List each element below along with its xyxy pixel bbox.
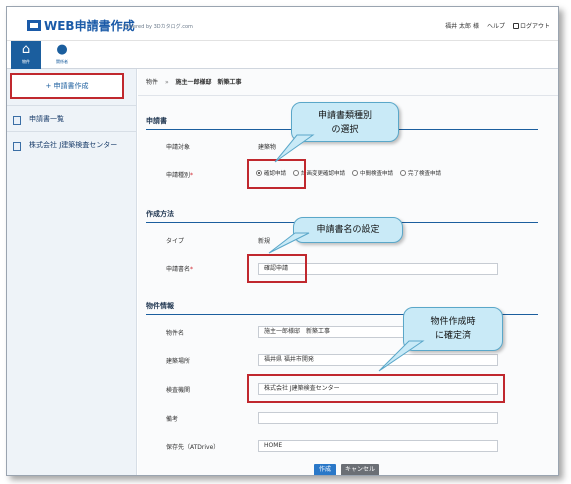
callout-tail-type	[274, 134, 315, 163]
create-button[interactable]: 作成	[314, 464, 336, 475]
agency-label: 検査機関	[166, 387, 191, 394]
callout-name-setting: 申請書名の設定	[293, 217, 403, 243]
sidebar-item-label: 申請書一覧	[29, 115, 64, 123]
save-location-label: 保存先（ATDrive）	[166, 444, 220, 451]
form-actions: 作成 キャンセル	[314, 464, 379, 475]
create-button-highlight: + 申請書作成	[10, 73, 124, 99]
breadcrumb-separator: »	[164, 79, 169, 86]
home-icon: ⌂	[21, 42, 31, 57]
agency-highlight-box	[247, 374, 505, 403]
radio-label: 中間検査申請	[360, 171, 394, 177]
cancel-button[interactable]: キャンセル	[341, 464, 379, 475]
person-icon: ●	[56, 42, 68, 57]
target-label: 申請対象	[166, 144, 191, 151]
type-label-text: 申請種別	[166, 172, 191, 179]
app-window: WEB申請書作成 Powered by 3Dカタログ.com 福井 太郎 様 ヘ…	[6, 6, 559, 476]
logo-icon	[27, 20, 41, 31]
breadcrumb: 物件 » 施主一郎様邸 新築工事	[146, 77, 242, 86]
breadcrumb-divider	[138, 95, 558, 96]
property-name-label: 物件名	[166, 330, 185, 337]
required-mark: *	[190, 266, 194, 273]
breadcrumb-current: 施主一郎様邸 新築工事	[175, 79, 242, 86]
note-label: 備考	[166, 416, 179, 423]
app-title: WEB申請書作成	[44, 19, 135, 33]
target-value: 建築物	[258, 144, 277, 151]
document-icon	[13, 116, 21, 125]
user-menu: 福井 太郎 様 ヘルプ ログアウト	[437, 21, 550, 30]
radio-label: 計画変更確認申請	[301, 171, 346, 177]
powered-by: Powered by 3Dカタログ.com	[123, 24, 193, 30]
sidebar-item-label: 株式会社 J建築検査センター	[29, 141, 118, 149]
logout-label: ログアウト	[519, 23, 550, 30]
section-title-application: 申請書	[146, 117, 167, 125]
note-input[interactable]	[258, 412, 498, 424]
callout-tail-name	[268, 232, 310, 254]
radio-completion-inspection[interactable]: 完了検査申請	[400, 169, 441, 177]
tab-stakeholders[interactable]: ● 関係者	[47, 41, 77, 69]
tab-property[interactable]: ⌂ 物件	[11, 41, 41, 69]
help-link[interactable]: ヘルプ	[487, 21, 505, 30]
method-type-label: タイプ	[166, 238, 185, 245]
type-label: 申請種別*	[166, 170, 193, 179]
radio-label: 完了検査申請	[408, 171, 442, 177]
required-mark: *	[190, 172, 194, 179]
section-title-method: 作成方法	[146, 210, 174, 218]
sidebar-divider	[7, 131, 137, 132]
location-label: 建築場所	[166, 358, 191, 365]
radio-unchecked-icon	[400, 170, 407, 176]
sidebar-divider	[7, 105, 137, 106]
create-application-button[interactable]: + 申請書作成	[15, 78, 119, 94]
breadcrumb-root[interactable]: 物件	[146, 79, 158, 86]
save-location-input[interactable]: HOME	[258, 440, 498, 452]
callout-tail-fixed	[378, 340, 425, 372]
building-icon	[13, 142, 21, 151]
tab-property-label: 物件	[22, 59, 30, 64]
section-title-property: 物件情報	[146, 302, 174, 310]
app-logo[interactable]: WEB申請書作成	[27, 17, 135, 34]
top-header: WEB申請書作成 Powered by 3Dカタログ.com 福井 太郎 様 ヘ…	[7, 7, 558, 41]
radio-unchecked-icon	[352, 170, 359, 176]
tab-stakeholders-label: 関係者	[56, 59, 68, 64]
application-name-label: 申請書名*	[166, 264, 193, 273]
logout-link[interactable]: ログアウト	[512, 21, 550, 30]
application-name-label-text: 申請書名	[166, 266, 191, 273]
location-field: 福井県 福井市開発	[258, 354, 498, 366]
main-nav: ⌂ 物件 ● 関係者	[7, 41, 558, 69]
sidebar: + 申請書作成 申請書一覧 株式会社 J建築検査センター	[7, 69, 137, 475]
user-name[interactable]: 福井 太郎 様	[445, 21, 479, 30]
lock-icon	[512, 23, 519, 29]
radio-interim-inspection[interactable]: 中間検査申請	[352, 169, 393, 177]
